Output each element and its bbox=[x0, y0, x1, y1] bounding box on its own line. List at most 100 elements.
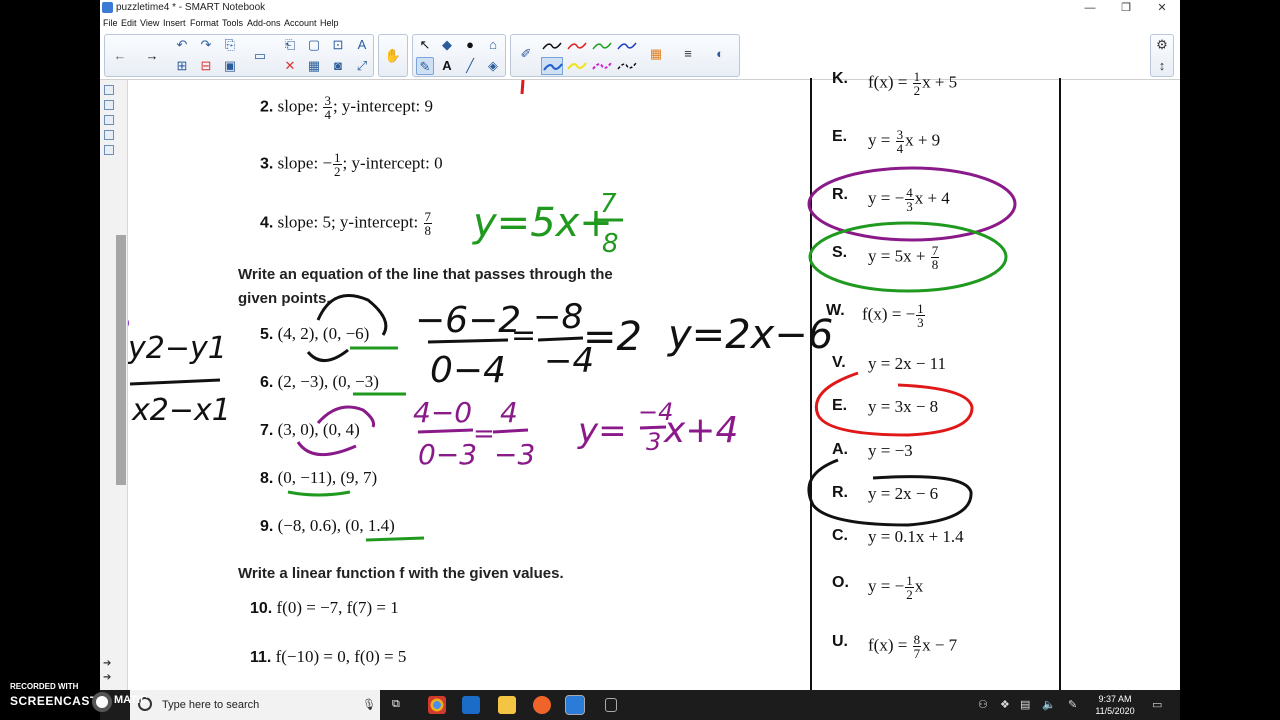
table-icon[interactable]: ▦ bbox=[305, 57, 323, 75]
system-clock[interactable]: 9:37 AM 11/5/2020 bbox=[1090, 693, 1140, 717]
vertical-scrollbar[interactable] bbox=[116, 235, 126, 485]
people-icon[interactable]: ⚇ bbox=[978, 698, 988, 711]
delete-icon[interactable]: ✕ bbox=[281, 57, 299, 75]
menu-addons[interactable]: Add-ons bbox=[247, 18, 281, 28]
delete-page-icon[interactable]: ⊟ bbox=[197, 57, 215, 75]
minimize-button[interactable]: — bbox=[1072, 0, 1108, 16]
menu-help[interactable]: Help bbox=[320, 18, 339, 28]
addon-icon[interactable]: ✋ bbox=[384, 47, 402, 65]
line-width-icon[interactable]: ≡ bbox=[679, 45, 697, 63]
heading-points-line2: given points. bbox=[238, 290, 331, 307]
microphone-icon[interactable]: 🎙 bbox=[362, 698, 376, 711]
ink-p5-answer: y=2x−6 bbox=[667, 312, 833, 358]
pen-tool-icon[interactable]: ✎ bbox=[416, 57, 434, 75]
ink-p7-den: 0−3 bbox=[418, 438, 477, 471]
text-recognize-icon[interactable]: A bbox=[353, 36, 371, 54]
properties-icon[interactable]: ◐ bbox=[711, 45, 729, 63]
ink-p7-num2: 4 bbox=[500, 396, 518, 429]
pen-black-2[interactable] bbox=[616, 57, 638, 75]
worksheet-page[interactable]: 2. slope: 3 4; y-intercept: 9 3. slope: −… bbox=[128, 70, 1180, 690]
prev-arrow-icon[interactable]: ➔ bbox=[103, 672, 111, 683]
shapes-icon[interactable]: ◆ bbox=[438, 36, 456, 54]
line-tool-icon[interactable]: ╱ bbox=[461, 57, 479, 75]
pen-red[interactable] bbox=[566, 37, 588, 55]
search-placeholder: Type here to search bbox=[162, 699, 260, 711]
properties-tab-icon[interactable] bbox=[104, 130, 114, 140]
next-arrow-icon[interactable]: ➔ bbox=[103, 658, 111, 669]
file-explorer-icon[interactable] bbox=[498, 696, 516, 714]
ink-p7-bar1 bbox=[417, 428, 474, 434]
screen-icon[interactable]: ▭ bbox=[251, 47, 269, 65]
pen-magenta[interactable] bbox=[591, 57, 613, 75]
blank-app-icon[interactable] bbox=[605, 698, 617, 712]
ink-p5-num2: −8 bbox=[533, 297, 583, 337]
close-button[interactable]: ✕ bbox=[1144, 0, 1180, 16]
camera-icon[interactable]: ◙ bbox=[329, 57, 347, 75]
taskbar-search[interactable]: Type here to search 🎙 bbox=[130, 690, 380, 720]
problem-4: 4. slope: 5; y-intercept: 78 bbox=[260, 209, 433, 238]
menu-view[interactable]: View bbox=[140, 18, 159, 28]
menu-format[interactable]: Format bbox=[190, 18, 219, 28]
pen-blue[interactable] bbox=[616, 37, 638, 55]
save-icon[interactable]: ▣ bbox=[221, 57, 239, 75]
page-sorter-icon[interactable] bbox=[104, 85, 114, 95]
smart-notebook-window: puzzletime4 * - SMART Notebook — ❐ ✕ Fil… bbox=[100, 0, 1180, 690]
maximize-button[interactable]: ❐ bbox=[1108, 0, 1144, 16]
task-view-icon[interactable]: ⧉ bbox=[392, 698, 400, 711]
screen-shade-icon[interactable]: ▢ bbox=[305, 36, 323, 54]
firefox-icon[interactable] bbox=[533, 696, 551, 714]
problem-6: 6. (2, −3), (0, −3) bbox=[260, 372, 379, 391]
toolbar-move-icon[interactable]: ↕ bbox=[1153, 57, 1171, 75]
forward-icon[interactable]: → bbox=[143, 47, 161, 65]
magic-pen-icon[interactable]: ⌂ bbox=[484, 36, 502, 54]
pen-green[interactable] bbox=[591, 37, 613, 55]
volume-icon[interactable]: 🔈 bbox=[1042, 698, 1056, 711]
pen-highlight-blue[interactable] bbox=[541, 57, 563, 75]
color-palette-icon[interactable]: ▦ bbox=[647, 45, 665, 63]
screencast-logo-icon bbox=[92, 692, 112, 712]
redo-icon[interactable]: ↷ bbox=[197, 36, 215, 54]
fill-icon[interactable]: ● bbox=[461, 36, 479, 54]
notifications-icon[interactable]: ▭ bbox=[1152, 698, 1162, 711]
outlook-icon[interactable] bbox=[462, 696, 480, 714]
paste-icon[interactable]: ⎗ bbox=[281, 36, 299, 54]
ink-p5-eq1: = bbox=[511, 318, 536, 353]
fullscreen-icon[interactable]: ⤢ bbox=[353, 57, 371, 75]
attachments-icon[interactable] bbox=[104, 115, 114, 125]
pen-yellow[interactable] bbox=[566, 57, 588, 75]
window-title: puzzletime4 * - SMART Notebook bbox=[116, 2, 266, 13]
gallery-icon[interactable] bbox=[104, 100, 114, 110]
menu-insert[interactable]: Insert bbox=[163, 18, 186, 28]
undo-icon[interactable]: ↶ bbox=[173, 36, 191, 54]
toolbar-group-tools: ↖ ◆ ● ⌂ ✎ A ╱ ◈ bbox=[412, 34, 506, 77]
menu-account[interactable]: Account bbox=[284, 18, 317, 28]
ink-p7-bar2 bbox=[492, 428, 529, 434]
text-tool-icon[interactable]: A bbox=[438, 57, 456, 75]
chrome-icon[interactable] bbox=[428, 696, 446, 714]
side-tabs: ➔ ➔ bbox=[100, 80, 128, 690]
menu-edit[interactable]: Edit bbox=[121, 18, 137, 28]
menu-tools[interactable]: Tools bbox=[222, 18, 243, 28]
show-screen-icon[interactable]: ⊡ bbox=[329, 36, 347, 54]
eraser-icon[interactable]: ◈ bbox=[484, 57, 502, 75]
pen-black-1[interactable] bbox=[541, 37, 563, 55]
dropbox-icon[interactable]: ❖ bbox=[1000, 698, 1010, 711]
select-icon[interactable]: ↖ bbox=[416, 36, 434, 54]
smart-notebook-taskbar-icon[interactable] bbox=[565, 695, 585, 715]
addons-tab-icon[interactable] bbox=[104, 145, 114, 155]
menu-file[interactable]: File bbox=[103, 18, 118, 28]
pen-workspace-icon[interactable]: ✎ bbox=[1068, 698, 1077, 711]
gear-icon[interactable]: ⚙ bbox=[1153, 36, 1171, 54]
ink-slope-bar bbox=[129, 378, 221, 386]
toolbar-group-addon: ✋ bbox=[378, 34, 408, 77]
pen-type-icon[interactable]: ✐ bbox=[517, 45, 535, 63]
ink-p5-num: −6−2 bbox=[415, 300, 521, 341]
back-icon[interactable]: ← bbox=[111, 47, 129, 65]
ink-eq4-num: 7 bbox=[600, 189, 617, 219]
ink-p7-arc-bottom bbox=[296, 441, 357, 457]
open-icon[interactable]: ⎘ bbox=[221, 36, 239, 54]
problem-2: 2. slope: 3 4; y-intercept: 9 bbox=[260, 93, 434, 122]
add-page-icon[interactable]: ⊞ bbox=[173, 57, 191, 75]
problem-9: 9. (−8, 0.6), (0, 1.4) bbox=[260, 516, 395, 535]
network-icon[interactable]: ▤ bbox=[1020, 698, 1030, 711]
